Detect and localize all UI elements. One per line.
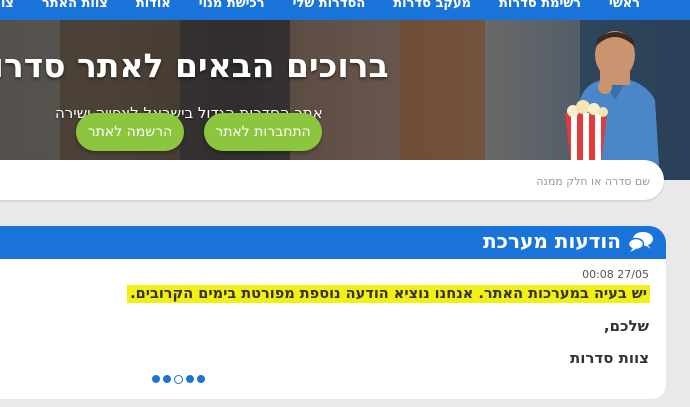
nav-item-home[interactable]: ראשי — [609, 0, 640, 11]
announcements-title: הודעות מערכת — [483, 229, 621, 253]
slider-dot[interactable] — [163, 375, 171, 383]
slider-dot[interactable] — [186, 375, 194, 383]
search-input[interactable] — [48, 166, 652, 196]
message-signature: צוות סדרות — [570, 349, 649, 367]
chat-bubbles-icon — [628, 232, 653, 252]
nav-item-series-tracking[interactable]: מעקב סדרות — [393, 0, 471, 11]
message-highlight: יש בעיה במערכות האתר. אנחנו נוציא הודעה … — [127, 285, 650, 303]
slider-dots — [152, 375, 205, 384]
announcements-header: הודעות מערכת — [0, 226, 666, 259]
nav-item-contact[interactable]: צור קשר — [0, 0, 14, 11]
hero-banner: ברוכים הבאים לאתר סדרות אתר הסדרות הגדול… — [0, 20, 690, 180]
slider-dot[interactable] — [152, 375, 160, 383]
slider-dot[interactable] — [197, 375, 205, 383]
register-button[interactable]: הרשמה לאתר — [76, 113, 184, 151]
login-button[interactable]: התחברות לאתר — [204, 113, 322, 151]
nav-item-subscription[interactable]: רכישת מנוי — [199, 0, 265, 11]
nav-item-series-list[interactable]: רשימת סדרות — [499, 0, 581, 11]
nav-item-my-series[interactable]: הסדרות שלי — [293, 0, 366, 11]
search-bar — [0, 160, 664, 200]
popcorn-man-image — [565, 31, 660, 180]
nav-item-about[interactable]: אודות — [136, 0, 171, 11]
nav-item-team[interactable]: צוות האתר — [42, 0, 108, 11]
message-date: 27/05 00:08 — [582, 268, 649, 281]
top-navigation: ראשי רשימת סדרות מעקב סדרות הסדרות שלי ר… — [0, 0, 690, 20]
message-greeting: שלכם, — [603, 317, 649, 335]
slider-dot-active[interactable] — [174, 375, 183, 384]
announcements-panel: 27/05 00:08 יש בעיה במערכות האתר. אנחנו … — [0, 259, 666, 399]
hero-title: ברוכים הבאים לאתר סדרות — [0, 46, 389, 85]
